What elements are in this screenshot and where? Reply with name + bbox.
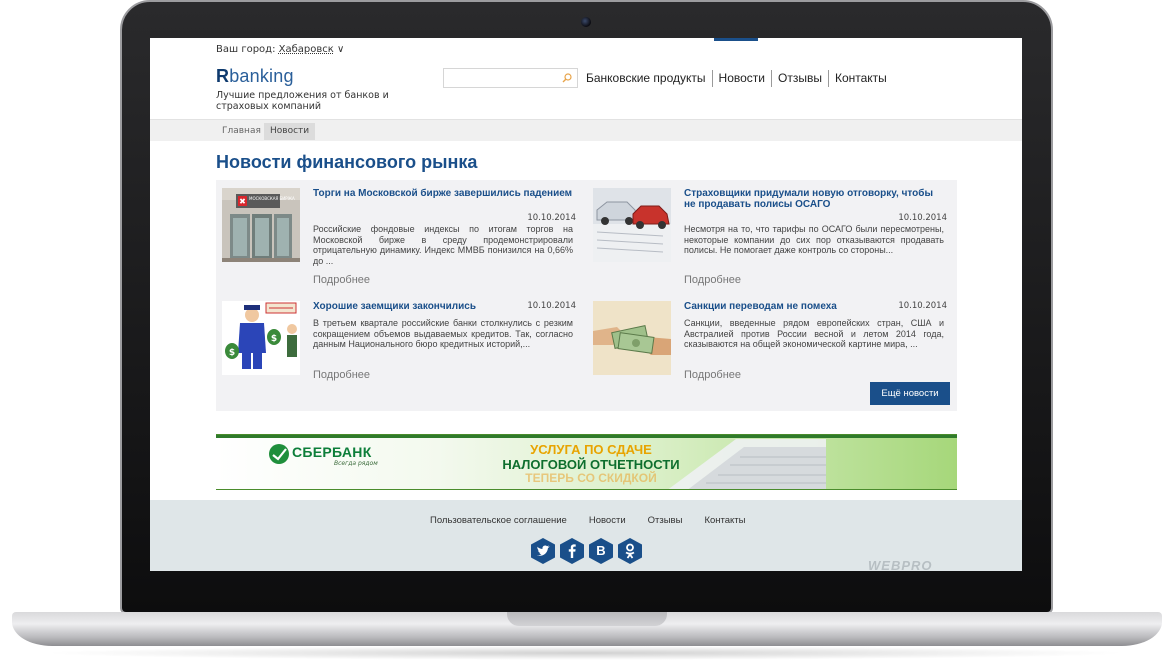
vk-glyph: B xyxy=(596,543,606,558)
city-name-link[interactable]: Хабаровск xyxy=(279,44,334,55)
search-box[interactable] xyxy=(443,68,578,90)
facebook-icon[interactable] xyxy=(559,537,585,565)
news-date: 10.10.2014 xyxy=(898,213,947,223)
news-title-link[interactable]: Страховщики придумали новую отговорку, ч… xyxy=(684,188,946,210)
news-title-link[interactable]: Торги на Московской бирже завершились па… xyxy=(313,188,575,199)
news-image-borrowers[interactable]: $ $ xyxy=(222,301,300,375)
footer-link-agreement[interactable]: Пользовательское соглашение xyxy=(430,515,567,526)
news-image-cars[interactable] xyxy=(593,188,671,262)
nav-item-news[interactable]: Новости xyxy=(713,69,771,87)
news-date: 10.10.2014 xyxy=(527,213,576,223)
banner-line-3: ТЕПЕРЬ СО СКИДКОЙ xyxy=(525,471,657,485)
sberbank-tagline: Всегда рядом xyxy=(334,460,378,467)
svg-text:$: $ xyxy=(271,334,277,344)
odnoklassniki-icon[interactable] xyxy=(617,537,643,565)
news-excerpt: В третьем квартале российские банки стол… xyxy=(313,318,573,349)
social-links: B xyxy=(530,537,646,565)
sberbank-ad-banner[interactable]: СБЕРБАНК Всегда рядом УСЛУГА ПО СДАЧЕ НА… xyxy=(216,434,957,490)
camera-icon xyxy=(581,17,591,27)
laptop-shadow xyxy=(40,646,1130,660)
footer-link-contacts[interactable]: Контакты xyxy=(704,515,745,526)
news-date: 10.10.2014 xyxy=(898,301,947,311)
svg-text:$: $ xyxy=(229,348,235,358)
logo-letter: R xyxy=(216,66,230,86)
footer-link-news[interactable]: Новости xyxy=(589,515,626,526)
sberbank-brand: СБЕРБАНК xyxy=(292,444,372,460)
news-panel: ✖ МОСКОВСКАЯ БИРЖА Торги на Московской б… xyxy=(216,180,957,411)
site-logo[interactable]: Rbanking xyxy=(216,66,294,87)
exchange-sign-text: МОСКОВСКАЯ БИРЖА xyxy=(249,196,295,201)
twitter-icon[interactable] xyxy=(530,537,556,565)
laptop-notch xyxy=(507,612,667,626)
banner-line-2: НАЛОГОВОЙ ОТЧЕТНОСТИ xyxy=(502,457,680,472)
news-image-money-transfer[interactable] xyxy=(593,301,671,375)
news-more-link[interactable]: Подробнее xyxy=(684,274,741,286)
nav-item-contacts[interactable]: Контакты xyxy=(829,69,893,87)
breadcrumb-current: Новости xyxy=(264,123,316,140)
top-accent-bar xyxy=(714,38,758,41)
site-slogan: Лучшие предложения от банков и страховых… xyxy=(216,90,389,112)
logo-text: banking xyxy=(229,66,294,86)
banner-stripe xyxy=(216,435,957,438)
news-image-exchange[interactable]: ✖ МОСКОВСКАЯ БИРЖА xyxy=(222,188,300,262)
more-news-button[interactable]: Ещё новости xyxy=(870,382,950,405)
news-excerpt: Российские фондовые индексы по итогам то… xyxy=(313,224,573,266)
search-icon[interactable] xyxy=(562,73,572,83)
news-date: 10.10.2014 xyxy=(527,301,576,311)
news-excerpt: Санкции, введенные рядом европейских стр… xyxy=(684,318,944,349)
news-more-link[interactable]: Подробнее xyxy=(313,369,370,381)
footer-link-reviews[interactable]: Отзывы xyxy=(648,515,683,526)
search-input[interactable] xyxy=(444,72,554,90)
nav-item-products[interactable]: Банковские продукты xyxy=(580,69,712,87)
nav-item-reviews[interactable]: Отзывы xyxy=(772,69,828,87)
city-label: Ваш город: xyxy=(216,44,276,55)
news-item: $ $ Хорошие заемщики закончились 10.10.2… xyxy=(222,301,582,401)
news-item: ✖ МОСКОВСКАЯ БИРЖА Торги на Московской б… xyxy=(222,188,582,288)
banner-line-1: УСЛУГА ПО СДАЧЕ xyxy=(530,442,652,457)
svg-text:✖: ✖ xyxy=(239,197,246,206)
news-item: Страховщики придумали новую отговорку, ч… xyxy=(593,188,953,288)
news-excerpt: Несмотря на то, что тарифы по ОСАГО были… xyxy=(684,224,944,255)
browser-screen: Ваш город: Хабаровск ∨ Rbanking Лучшие п… xyxy=(150,38,1022,571)
vk-icon[interactable]: B xyxy=(588,537,614,565)
footer-links: Пользовательское соглашение Новости Отзы… xyxy=(430,515,767,526)
breadcrumb-home[interactable]: Главная xyxy=(216,123,267,140)
news-more-link[interactable]: Подробнее xyxy=(684,369,741,381)
city-selector[interactable]: Ваш город: Хабаровск ∨ xyxy=(216,44,344,55)
webpro-watermark: WEBPRO xyxy=(868,558,933,571)
chevron-down-icon[interactable]: ∨ xyxy=(337,44,344,55)
news-more-link[interactable]: Подробнее xyxy=(313,274,370,286)
site-footer: Пользовательское соглашение Новости Отзы… xyxy=(150,500,1022,571)
page-title: Новости финансового рынка xyxy=(216,152,478,172)
main-navigation: Банковские продукты Новости Отзывы Конта… xyxy=(580,69,893,87)
